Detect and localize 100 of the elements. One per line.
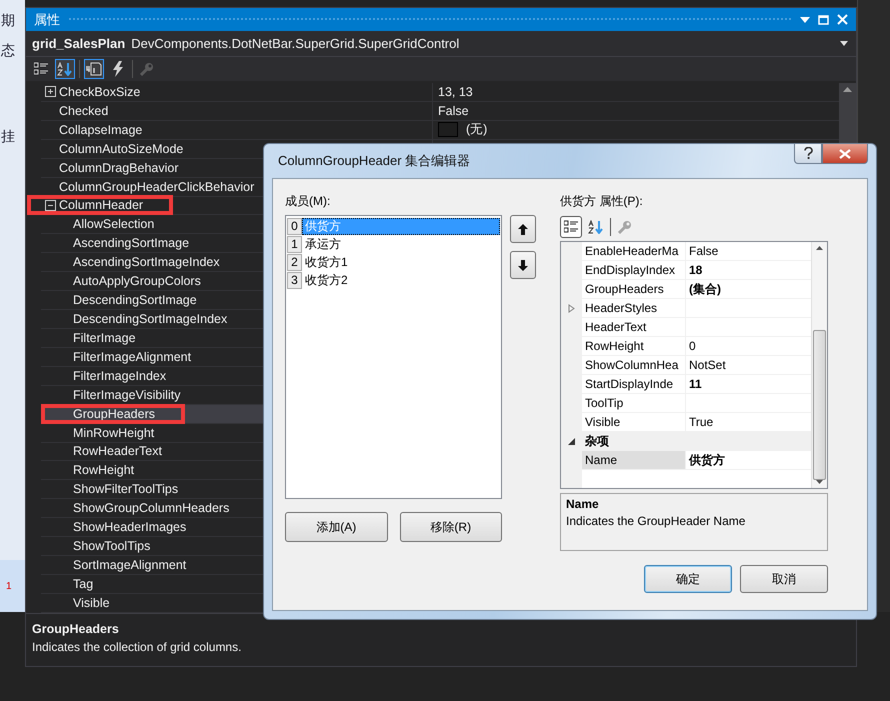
property-name: SortImageAlignment — [73, 558, 186, 572]
collapse-icon[interactable] — [568, 438, 575, 445]
property-value: False — [689, 244, 718, 258]
property-name: ColumnDragBehavior — [59, 160, 179, 175]
property-row[interactable]: Checked — [41, 102, 433, 121]
background-text: 期 — [0, 12, 15, 30]
property-name: Tag — [73, 576, 94, 591]
property-pages-icon — [86, 61, 102, 77]
property-name[interactable]: ToolTip — [582, 394, 686, 413]
description-text: Indicates the collection of grid columns. — [32, 640, 242, 654]
property-value: 13, 13 — [438, 84, 473, 99]
property-name: ColumnHeader — [59, 198, 144, 212]
category-header[interactable]: 杂项 — [582, 432, 811, 451]
property-value: NotSet — [689, 358, 726, 372]
property-name: FilterImage — [73, 330, 136, 345]
property-name: DescendingSortImage — [73, 293, 197, 308]
arrow-down-icon — [518, 260, 528, 270]
maximize-icon[interactable] — [818, 14, 829, 24]
object-type: DevComponents.DotNetBar.SuperGrid.SuperGridControl — [131, 36, 460, 51]
scroll-thumb[interactable] — [813, 330, 826, 480]
toolbar-button[interactable] — [84, 59, 104, 79]
property-value: False — [438, 104, 469, 118]
property-row[interactable]: CollapseImage — [41, 120, 433, 140]
help-icon — [804, 147, 812, 160]
close-icon[interactable] — [837, 14, 848, 25]
description-title: GroupHeaders — [32, 622, 120, 636]
ok-button[interactable]: 确定 — [644, 565, 732, 593]
index-number: 1 — [287, 236, 302, 252]
property-name: AllowSelection — [73, 217, 154, 232]
object-selector[interactable]: grid_SalesPlan DevComponents.DotNetBar.SuperGrid.SuperGridControl — [26, 31, 856, 56]
categorized-icon — [34, 62, 48, 76]
property-name: FilterImageVisibility — [73, 388, 180, 402]
property-name[interactable]: RowHeight — [582, 337, 686, 356]
scroll-up-icon[interactable] — [843, 87, 852, 92]
categorized-icon — [564, 220, 578, 234]
property-name[interactable]: StartDisplayInde — [582, 375, 686, 394]
property-name[interactable]: ShowColumnHea — [582, 356, 686, 375]
sort-icon — [57, 62, 73, 76]
property-value: 11 — [689, 377, 702, 391]
property-value: True — [689, 415, 714, 429]
property-value: 0 — [689, 339, 696, 353]
description-text: Indicates the GroupHeader Name — [566, 514, 746, 528]
move-up-button[interactable] — [510, 215, 536, 243]
object-name: grid_SalesPlan — [32, 36, 126, 51]
property-name: ShowHeaderImages — [73, 520, 186, 534]
property-name: FilterImageAlignment — [73, 350, 192, 364]
sort-icon — [588, 220, 604, 234]
description-title: Name — [566, 497, 600, 511]
property-name: ColumnGroupHeaderClickBehavior — [59, 180, 254, 194]
property-name[interactable]: GroupHeaders — [582, 280, 686, 299]
property-value: 18 — [689, 263, 702, 277]
add-button[interactable]: 添加(A) — [285, 512, 388, 542]
toolbar-button[interactable] — [560, 216, 582, 238]
expand-icon[interactable] — [44, 86, 56, 98]
property-name: RowHeight — [73, 463, 134, 478]
wrench-icon — [618, 220, 632, 234]
help-button[interactable] — [794, 144, 822, 164]
lightning-icon — [112, 61, 124, 77]
close-button[interactable] — [822, 144, 868, 164]
property-name[interactable]: Name — [582, 451, 686, 470]
properties-label: 供货方 属性(P): — [560, 193, 644, 210]
property-name[interactable]: EndDisplayIndex — [582, 261, 686, 280]
property-name[interactable]: EnableHeaderMa — [582, 242, 686, 261]
property-name: AscendingSortImage — [73, 236, 190, 250]
dropdown-icon[interactable] — [800, 16, 810, 22]
property-name: ShowFilterToolTips — [73, 482, 178, 496]
index-number: 3 — [287, 272, 302, 288]
property-value: (集合) — [689, 280, 721, 298]
close-icon — [839, 148, 851, 158]
property-name: CheckBoxSize — [59, 84, 140, 99]
move-down-button[interactable] — [510, 251, 536, 279]
property-value: 供货方 — [689, 452, 725, 468]
toolbar-button[interactable] — [55, 59, 75, 79]
arrow-up-icon — [518, 224, 528, 234]
property-name: AscendingSortImageIndex — [73, 255, 220, 270]
property-name: GroupHeaders — [73, 406, 155, 421]
property-name: ShowToolTips — [73, 539, 150, 554]
property-value: (无) — [466, 121, 488, 138]
property-name[interactable]: HeaderText — [582, 318, 686, 337]
cancel-button[interactable]: 取消 — [740, 565, 828, 593]
property-name: RowHeaderText — [73, 444, 162, 458]
index-number: 0 — [287, 218, 302, 234]
property-name: Visible — [73, 596, 110, 610]
index-number: 2 — [287, 254, 302, 270]
background-text: 态 — [0, 42, 15, 60]
scroll-up-icon[interactable] — [816, 246, 823, 250]
collapse-icon[interactable] — [44, 200, 56, 211]
scrollbar[interactable] — [811, 242, 827, 488]
property-name: DescendingSortImageIndex — [73, 312, 228, 326]
property-name: ShowGroupColumnHeaders — [73, 501, 230, 516]
property-name: CollapseImage — [59, 122, 142, 137]
property-row[interactable]: CheckBoxSize — [41, 83, 433, 102]
property-name: MinRowHeight — [73, 426, 154, 440]
property-name: ColumnAutoSizeMode — [59, 142, 184, 156]
row-number: 1 — [5, 580, 12, 592]
property-name[interactable]: HeaderStyles — [582, 299, 686, 318]
remove-button[interactable]: 移除(R) — [400, 512, 502, 542]
wrench-icon — [140, 62, 154, 76]
property-name: FilterImageIndex — [73, 368, 166, 383]
property-name: AutoApplyGroupColors — [73, 274, 201, 288]
